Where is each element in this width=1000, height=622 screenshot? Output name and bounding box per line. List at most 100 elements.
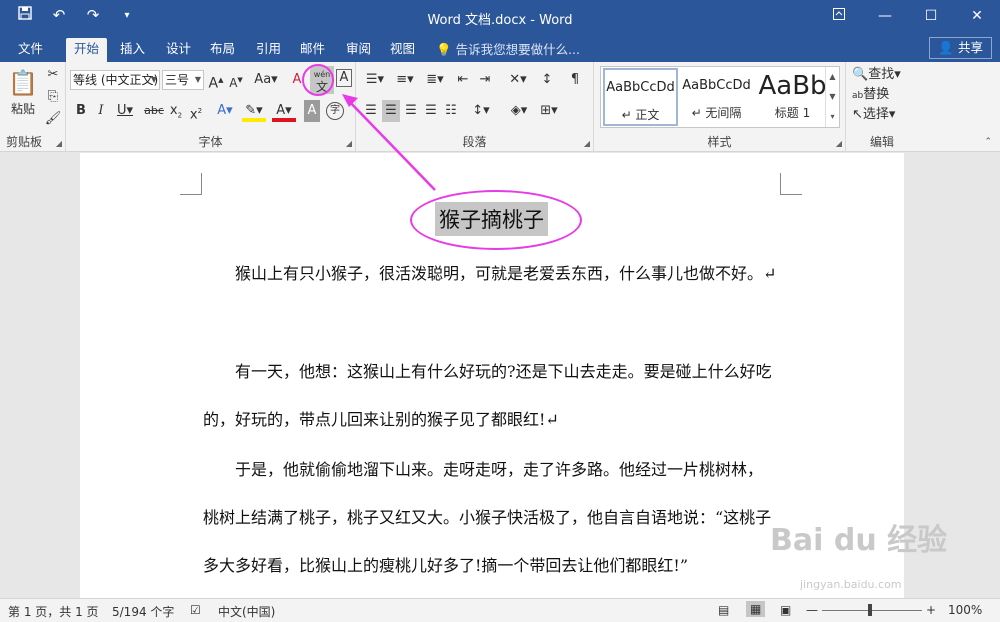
search-icon: 🔍 <box>852 67 869 82</box>
show-marks-icon[interactable]: ¶ <box>566 69 584 91</box>
format-painter-icon[interactable]: 🖌 <box>44 108 62 130</box>
character-shading-icon[interactable]: A <box>304 100 320 122</box>
decrease-indent-icon[interactable]: ⇤ <box>454 69 472 91</box>
lightbulb-icon: 💡 <box>436 42 452 57</box>
font-size-combo[interactable]: 三号 ▼ <box>162 70 204 90</box>
paste-icon[interactable]: 📋 <box>8 66 38 100</box>
tab-insert[interactable]: 插入 <box>112 38 153 62</box>
numbering-icon[interactable]: ≡▾ <box>392 69 418 91</box>
select-button[interactable]: ↖选择▾ <box>852 104 914 126</box>
highlight-icon[interactable]: ✎▾ <box>242 100 266 122</box>
zoom-level[interactable]: 100% <box>948 603 982 617</box>
minimize-icon[interactable]: — <box>862 0 908 34</box>
tab-home[interactable]: 开始 <box>66 38 108 62</box>
style-normal-name: ↵ 正文 <box>621 108 660 122</box>
tab-mailings[interactable]: 邮件 <box>292 38 333 62</box>
tab-design[interactable]: 设计 <box>158 38 199 62</box>
enclose-character-icon[interactable]: 字 <box>326 102 344 120</box>
status-bar: 第 1 页，共 1 页 5/194 个字 ☑ 中文(中国) ▤ ▦ ▣ — + … <box>0 598 1000 622</box>
paragraph-2[interactable]: 有一天，他想：这猴山上有什么好玩的?还是下山去走走。要是碰上什么好吃的，好玩的，… <box>203 348 778 444</box>
maximize-icon[interactable]: ☐ <box>908 0 954 34</box>
style-no-spacing-name: ↵ 无间隔 <box>691 106 742 120</box>
watermark-logo: Bai du 经验 <box>770 523 948 558</box>
style-heading-1-name: 标题 1 <box>774 106 811 120</box>
user-icon: 👤 <box>938 40 954 55</box>
character-border-icon[interactable]: A <box>336 69 352 87</box>
paragraph-launcher-icon[interactable]: ◢ <box>584 139 590 148</box>
increase-indent-icon[interactable]: ⇥ <box>476 69 494 91</box>
paste-label[interactable]: 粘贴 <box>6 98 40 120</box>
styles-gallery: AaBbCcDd ↵ 正文 AaBbCcDd ↵ 无间隔 AaBb 标题 1 ▲… <box>600 66 840 128</box>
bold-icon[interactable]: B <box>74 100 88 122</box>
shading-icon[interactable]: ◈▾ <box>506 100 532 122</box>
tab-references[interactable]: 引用 <box>248 38 289 62</box>
distributed-icon[interactable]: ☷ <box>442 100 460 122</box>
replace-button[interactable]: ab替换 <box>852 84 914 106</box>
style-heading-1[interactable]: AaBb 标题 1 <box>755 68 830 126</box>
page-count[interactable]: 第 1 页，共 1 页 <box>8 603 99 620</box>
zoom-in-icon[interactable]: + <box>926 603 936 617</box>
collapse-ribbon-icon[interactable]: ⌃ <box>984 137 992 147</box>
underline-icon[interactable]: U▾ <box>114 100 136 122</box>
proofing-icon[interactable]: ☑ <box>190 603 201 617</box>
tab-review[interactable]: 审阅 <box>338 38 379 62</box>
font-color-icon[interactable]: A▾ <box>272 100 296 122</box>
bullets-icon[interactable]: ☰▾ <box>362 69 388 91</box>
subscript-icon[interactable]: x2 <box>168 100 184 122</box>
align-center-icon[interactable]: ☰ <box>382 100 400 122</box>
read-mode-icon[interactable]: ▤ <box>718 603 729 617</box>
zoom-out-icon[interactable]: — <box>806 603 818 617</box>
borders-icon[interactable]: ⊞▾ <box>536 100 562 122</box>
paragraph-group: ☰▾ ≡▾ ≣▾ ⇤ ⇥ ✕▾ ↕ ¶ ☰ ☰ ☰ ☰ ☷ ↕▾ ◈▾ ⊞▾ 段… <box>356 62 594 152</box>
share-button[interactable]: 👤 共享 <box>929 37 992 59</box>
paragraph-1[interactable]: 猴山上有只小猴子，很活泼聪明，可就是老爱丢东西，什么事儿也做不好。↵ <box>203 250 778 298</box>
annotation-circle-title <box>410 190 582 250</box>
justify-icon[interactable]: ☰ <box>422 100 440 122</box>
language[interactable]: 中文(中国) <box>218 603 275 620</box>
font-size-value: 三号 <box>165 73 190 87</box>
style-no-spacing-preview: AaBbCcDd <box>682 78 751 93</box>
style-normal-preview: AaBbCcDd <box>606 80 675 95</box>
multilevel-list-icon[interactable]: ≣▾ <box>422 69 448 91</box>
shrink-font-icon[interactable]: A▼ <box>228 69 244 91</box>
sort-icon[interactable]: ↕ <box>538 69 556 91</box>
select-label: 选择 <box>862 107 889 122</box>
font-name-combo[interactable]: 等线 (中文正文) ▼ <box>70 70 160 90</box>
clipboard-launcher-icon[interactable]: ◢ <box>56 139 62 148</box>
superscript-icon[interactable]: x2 <box>188 100 204 122</box>
paragraph-3[interactable]: 于是，他就偷偷地溜下山来。走呀走呀，走了许多路。他经过一片桃树林，桃树上结满了桃… <box>203 446 778 598</box>
change-case-icon[interactable]: Aa▾ <box>252 69 280 91</box>
font-name-value: 等线 (中文正文) <box>73 73 159 87</box>
print-layout-icon[interactable]: ▦ <box>746 601 766 617</box>
find-button[interactable]: 🔍查找▾ <box>852 64 914 86</box>
watermark-url: jingyan.baidu.com <box>800 578 902 591</box>
chinese-layout-icon[interactable]: ✕▾ <box>504 69 532 91</box>
cut-icon[interactable]: ✂ <box>44 64 62 86</box>
copy-icon[interactable]: ⎘ <box>44 86 62 108</box>
zoom-slider[interactable] <box>822 610 922 611</box>
style-no-spacing[interactable]: AaBbCcDd ↵ 无间隔 <box>679 68 754 126</box>
style-normal[interactable]: AaBbCcDd ↵ 正文 <box>603 68 678 126</box>
text-effects-icon[interactable]: A▾ <box>214 100 236 122</box>
zoom-slider-thumb[interactable] <box>868 604 872 616</box>
close-icon[interactable]: ✕ <box>954 0 1000 34</box>
align-right-icon[interactable]: ☰ <box>402 100 420 122</box>
tab-file[interactable]: 文件 <box>10 38 51 62</box>
tab-view[interactable]: 视图 <box>382 38 423 62</box>
line-spacing-icon[interactable]: ↕▾ <box>468 100 494 122</box>
word-count[interactable]: 5/194 个字 <box>112 603 174 620</box>
italic-icon[interactable]: I <box>94 100 108 122</box>
web-layout-icon[interactable]: ▣ <box>780 603 791 617</box>
font-launcher-icon[interactable]: ◢ <box>346 139 352 148</box>
annotation-circle-phonetic <box>302 64 334 96</box>
grow-font-icon[interactable]: A▲ <box>208 69 224 92</box>
align-left-icon[interactable]: ☰ <box>362 100 380 122</box>
tab-layout[interactable]: 布局 <box>202 38 243 62</box>
strikethrough-icon[interactable]: abc <box>142 100 166 122</box>
styles-launcher-icon[interactable]: ◢ <box>836 139 842 148</box>
tell-me-search[interactable]: 💡 告诉我您想要做什么... <box>436 39 580 58</box>
editing-group: 🔍查找▾ ab替换 ↖选择▾ 编辑 <box>846 62 918 152</box>
styles-scroll[interactable]: ▲ ▼ ▾ <box>825 67 839 127</box>
styles-group-label: 样式 <box>707 135 732 149</box>
ribbon-display-icon[interactable] <box>816 0 862 34</box>
